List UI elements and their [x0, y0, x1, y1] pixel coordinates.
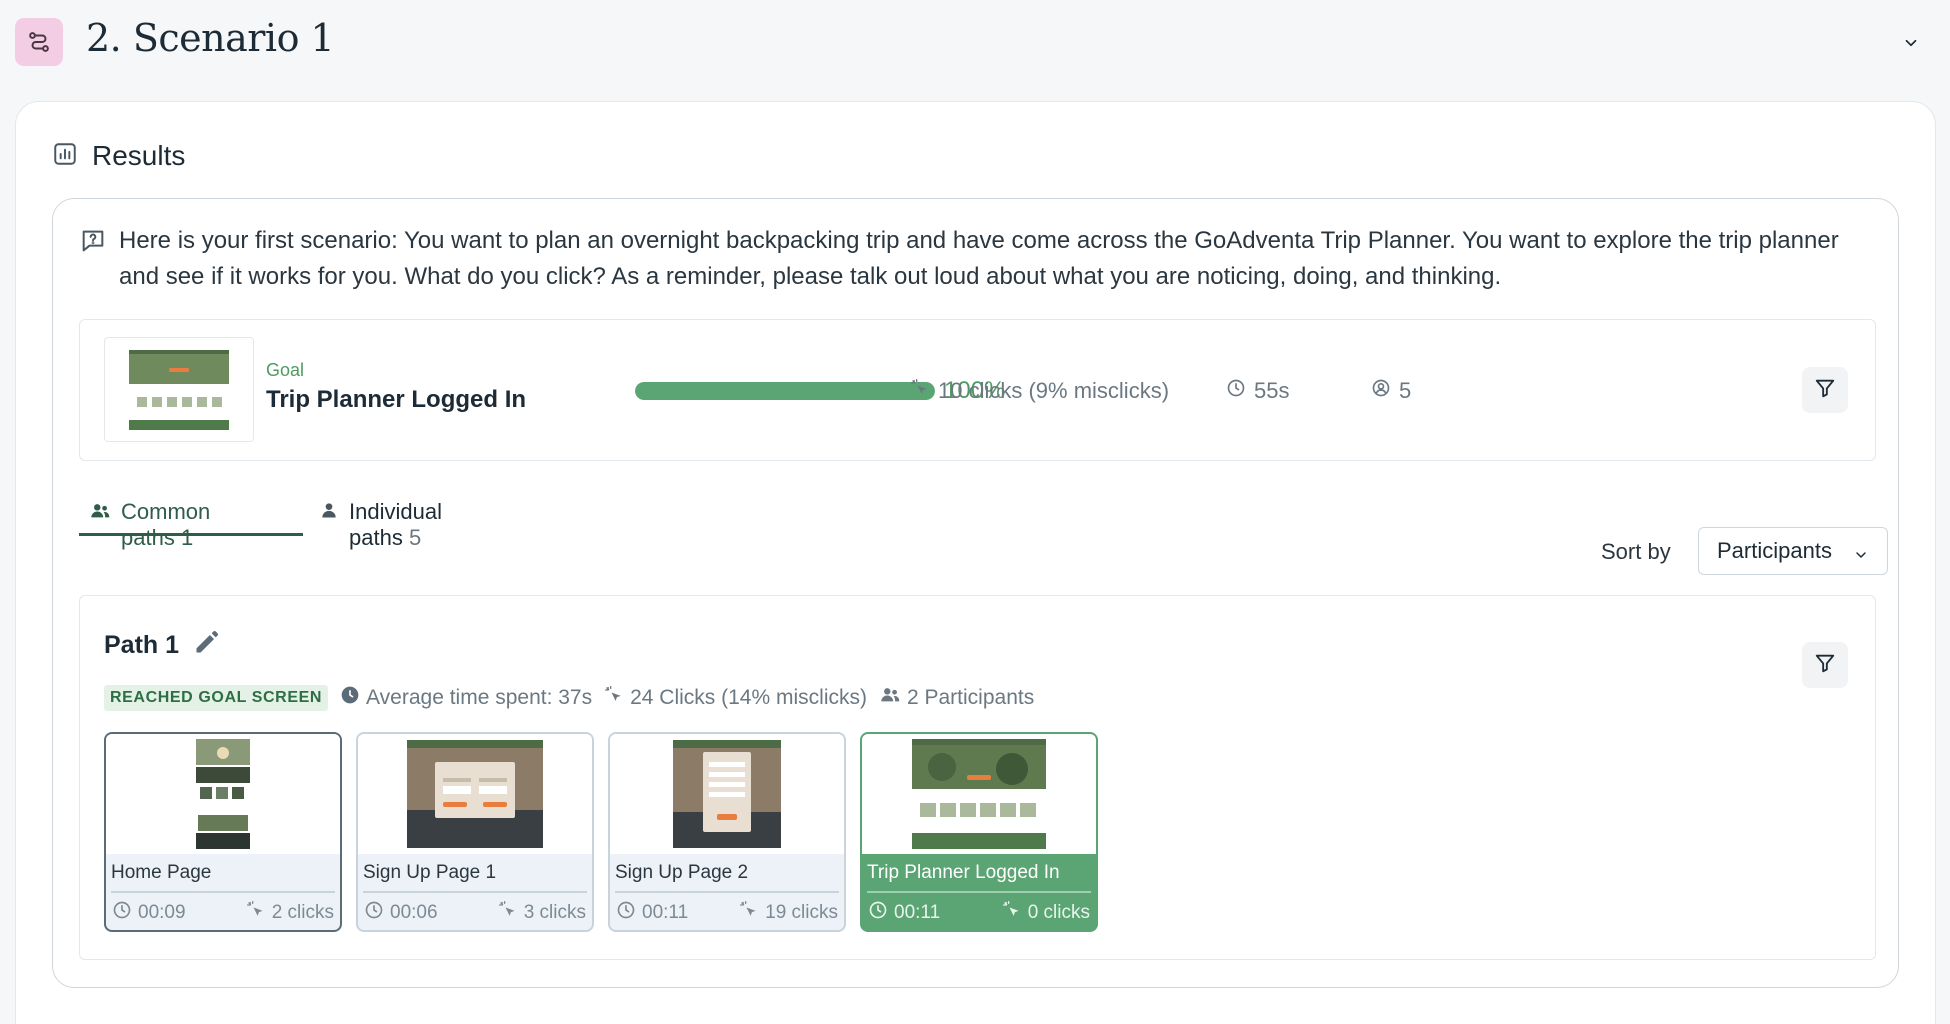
screen-divider	[867, 891, 1091, 893]
chevron-down-icon[interactable]	[1896, 28, 1926, 58]
path-screens: Home Page 00:09 2 clicks Sign Up Page 1 …	[104, 732, 1098, 932]
clock-icon	[1226, 378, 1246, 404]
scenario-box: Here is your first scenario: You want to…	[52, 198, 1899, 988]
user-icon	[319, 500, 339, 526]
sort-value: Participants	[1717, 538, 1832, 563]
filter-icon	[1814, 377, 1836, 404]
goal-time: 55s	[1254, 378, 1290, 403]
results-heading: Results	[52, 140, 185, 172]
goal-filter-button[interactable]	[1802, 367, 1848, 413]
screen-time-text: 00:11	[894, 902, 941, 923]
screen-time-text: 00:11	[642, 902, 689, 923]
scenario-prompt: Here is your first scenario: You want to…	[119, 227, 1839, 290]
tab-individual-paths-count: 5	[408, 525, 422, 550]
path-clicks: 24 Clicks (14% misclicks)	[604, 685, 867, 711]
screen-thumbnail	[610, 734, 844, 854]
path-clicks-text: 24 Clicks (14% misclicks)	[630, 686, 867, 709]
screen-name: Sign Up Page 1	[363, 862, 497, 883]
screen-time: 00:11	[868, 900, 940, 926]
cursor-click-icon	[1002, 900, 1022, 926]
pencil-icon[interactable]	[193, 628, 221, 663]
clock-icon	[364, 900, 384, 926]
screen-card-trip-planner-logged-in[interactable]: Trip Planner Logged In 00:11 0 clicks	[860, 732, 1098, 932]
path-filter-button[interactable]	[1802, 642, 1848, 688]
question-bubble-icon	[79, 227, 107, 260]
screen-divider	[111, 891, 335, 893]
sort-select[interactable]: Participants	[1698, 527, 1888, 575]
screen-clicks-text: 2 clicks	[271, 902, 334, 923]
tab-individual-paths[interactable]: Individual paths 5	[319, 499, 442, 550]
goal-title: Trip Planner Logged In	[266, 386, 527, 413]
clock-icon	[868, 900, 888, 926]
scenario-title: 2. Scenario 1	[86, 16, 335, 60]
screen-time: 00:09	[112, 900, 186, 926]
screen-card-sign-up-page-1[interactable]: Sign Up Page 1 00:06 3 clicks	[356, 732, 594, 932]
goal-participants-stat: 5	[1371, 378, 1411, 404]
path-meta: REACHED GOAL SCREEN Average time spent: …	[104, 684, 1034, 712]
screen-time-text: 00:06	[390, 902, 438, 923]
goal-clicks-stat: 10 clicks (9% misclicks)	[910, 378, 1169, 404]
path-card: Path 1 REACHED GOAL SCREEN Average time …	[79, 595, 1876, 960]
path-participants-text: 2 Participants	[906, 686, 1035, 709]
path-title: Path 1	[104, 628, 221, 663]
tab-individual-paths-label: Individual paths	[349, 499, 442, 550]
path-title-text: Path 1	[104, 631, 180, 659]
screen-clicks-text: 19 clicks	[765, 902, 838, 923]
screen-time: 00:06	[364, 900, 438, 926]
goal-label: Goal	[266, 360, 305, 380]
screen-name: Home Page	[111, 862, 212, 883]
path-icon	[15, 18, 63, 66]
success-progress-fill	[635, 382, 935, 400]
screen-card-home-page[interactable]: Home Page 00:09 2 clicks	[104, 732, 342, 932]
scenario-header: 2. Scenario 1	[0, 0, 1950, 84]
screen-divider	[615, 891, 839, 893]
active-tab-indicator	[79, 533, 303, 536]
screen-clicks-text: 3 clicks	[523, 902, 586, 923]
tab-common-paths[interactable]: Common paths 1	[89, 499, 210, 550]
clock-icon	[112, 900, 132, 926]
clock-icon	[616, 900, 636, 926]
chevron-down-icon	[1853, 543, 1869, 569]
screen-clicks: 0 clicks	[1002, 900, 1090, 926]
screen-name: Sign Up Page 2	[615, 862, 749, 883]
goal-summary-card: Goal Trip Planner Logged In 100% 10 clic…	[79, 319, 1876, 461]
screen-time: 00:11	[616, 900, 688, 926]
goal-clicks: 10 clicks (9% misclicks)	[938, 378, 1170, 403]
cursor-click-icon	[604, 685, 624, 711]
path-participants: 2 Participants	[879, 684, 1034, 712]
screen-clicks: 19 clicks	[739, 900, 838, 926]
goal-screen-thumbnail[interactable]	[104, 337, 254, 442]
screen-thumbnail	[106, 734, 340, 854]
sort-label: Sort by	[1601, 539, 1671, 564]
users-icon	[89, 500, 111, 528]
screen-thumbnail	[862, 734, 1096, 854]
screen-name: Trip Planner Logged In	[867, 862, 1060, 883]
cursor-click-icon	[246, 900, 266, 926]
cursor-click-icon	[739, 900, 759, 926]
goal-participants: 5	[1399, 378, 1412, 403]
goal-time-stat: 55s	[1226, 378, 1289, 404]
path-avg-time: Average time spent: 37s	[340, 685, 592, 711]
cursor-click-icon	[498, 900, 518, 926]
users-icon	[879, 684, 901, 712]
results-card: Results Here is your first scenario: You…	[15, 101, 1936, 1024]
tab-common-paths-label: Common paths	[121, 499, 211, 550]
filter-icon	[1814, 652, 1836, 679]
results-title: Results	[92, 140, 186, 171]
screen-divider	[363, 891, 587, 893]
screen-clicks: 2 clicks	[246, 900, 334, 926]
clock-icon	[340, 685, 360, 711]
success-progress-bar	[635, 382, 935, 400]
bar-chart-icon	[52, 141, 78, 172]
screen-time-text: 00:09	[138, 902, 186, 923]
reached-goal-badge: REACHED GOAL SCREEN	[104, 685, 329, 711]
user-circle-icon	[1371, 378, 1391, 404]
path-avg-time-text: Average time spent: 37s	[366, 686, 593, 709]
screen-clicks-text: 0 clicks	[1027, 902, 1090, 923]
tab-common-paths-count: 1	[180, 525, 194, 550]
cursor-click-icon	[910, 378, 930, 404]
screen-thumbnail	[358, 734, 592, 854]
screen-clicks: 3 clicks	[498, 900, 586, 926]
screen-card-sign-up-page-2[interactable]: Sign Up Page 2 00:11 19 clicks	[608, 732, 846, 932]
